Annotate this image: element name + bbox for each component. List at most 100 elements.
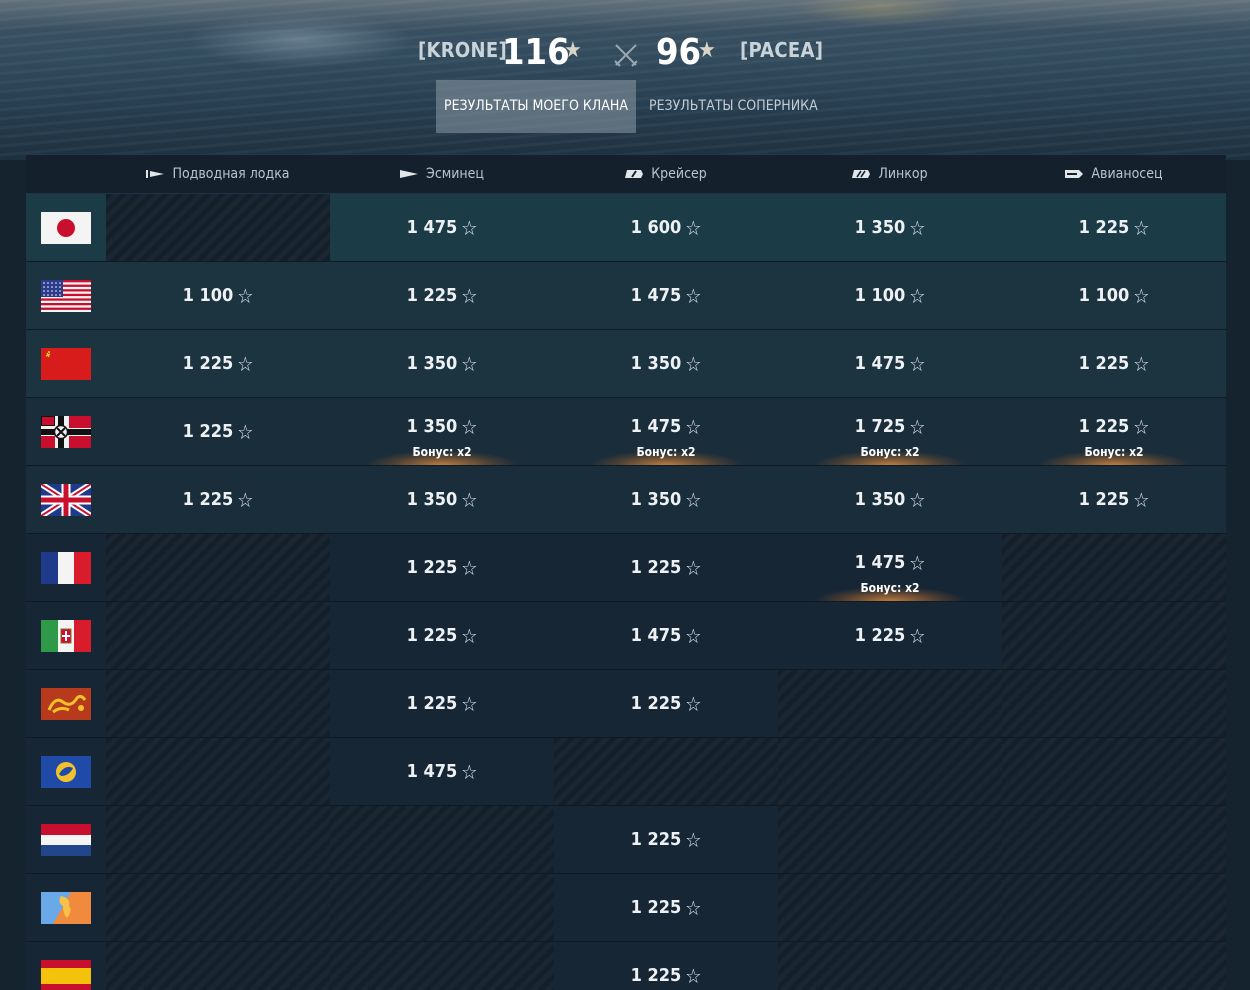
tab-opponent-results[interactable]: РЕЗУЛЬТАТЫ СОПЕРНИКА bbox=[641, 80, 826, 133]
points-value: 1 225 ☆ bbox=[631, 828, 702, 852]
points-value: 1 725 ☆ bbox=[855, 415, 926, 439]
points-value: 1 475 ☆ bbox=[631, 284, 702, 308]
star-icon: ☆ bbox=[461, 351, 478, 376]
star-icon: ☆ bbox=[909, 550, 926, 575]
cell-battleship: 1 100 ☆ bbox=[778, 262, 1002, 329]
score-line: [KRONE] 116 ★ 96 ★ [PACEA] bbox=[0, 30, 1250, 78]
points-value: 1 100 ☆ bbox=[1079, 284, 1150, 308]
cell-destroyer: 1 475 ☆ bbox=[330, 194, 554, 261]
submarine-icon bbox=[146, 170, 165, 178]
star-icon: ☆ bbox=[1133, 487, 1150, 512]
points-number: 1 475 bbox=[406, 761, 458, 782]
points-value: 1 100 ☆ bbox=[855, 284, 926, 308]
points-value: 1 475 ☆ bbox=[407, 216, 478, 240]
star-icon: ☆ bbox=[685, 283, 702, 308]
cell-battleship bbox=[778, 806, 1002, 873]
usa-flag-icon bbox=[41, 279, 91, 312]
cell-submarine bbox=[106, 806, 330, 873]
tab-my-clan-results[interactable]: РЕЗУЛЬТАТЫ МОЕГО КЛАНА bbox=[436, 80, 636, 133]
points-value: 1 350 ☆ bbox=[855, 216, 926, 240]
points-value: 1 350 ☆ bbox=[855, 488, 926, 512]
cell-destroyer bbox=[330, 806, 554, 873]
points-value: 1 225 ☆ bbox=[631, 964, 702, 988]
star-icon: ☆ bbox=[909, 414, 926, 439]
nation-cell bbox=[26, 330, 106, 397]
points-value: 1 350 ☆ bbox=[631, 352, 702, 376]
cell-submarine bbox=[106, 670, 330, 737]
points-number: 1 225 bbox=[1078, 217, 1130, 238]
table-row: 1 225 ☆ 1 225 ☆ 1 475 ☆ Бонус: x2 bbox=[26, 534, 1226, 602]
points-number: 1 600 bbox=[630, 217, 682, 238]
column-label: Крейсер bbox=[651, 166, 707, 182]
points-value: 1 225 ☆ bbox=[407, 692, 478, 716]
crossed-swords-icon bbox=[614, 44, 638, 67]
bonus-label: Бонус: x2 bbox=[1084, 445, 1144, 459]
points-number: 1 350 bbox=[406, 353, 458, 374]
cell-battleship bbox=[778, 874, 1002, 941]
star-icon: ☆ bbox=[237, 351, 254, 376]
star-icon: ☆ bbox=[909, 283, 926, 308]
points-number: 1 475 bbox=[854, 353, 906, 374]
star-icon: ☆ bbox=[685, 895, 702, 920]
star-icon: ☆ bbox=[461, 623, 478, 648]
table-row: 1 225 ☆ bbox=[26, 942, 1226, 990]
table-body: 1 475 ☆ 1 600 ☆ 1 350 ☆ 1 225 ☆ 1 100 ☆ 1 225 ☆ 1 47… bbox=[26, 194, 1226, 990]
star-icon: ☆ bbox=[685, 487, 702, 512]
cell-battleship: 1 225 ☆ bbox=[778, 602, 1002, 669]
points-number: 1 225 bbox=[1078, 416, 1130, 437]
cell-submarine bbox=[106, 602, 330, 669]
pan-asia-flag-icon bbox=[41, 687, 91, 720]
points-value: 1 475 ☆ bbox=[855, 551, 926, 575]
cell-battleship bbox=[778, 942, 1002, 990]
results-tabs: РЕЗУЛЬТАТЫ МОЕГО КЛАНА РЕЗУЛЬТАТЫ СОПЕРН… bbox=[436, 80, 826, 133]
column-label: Линкор bbox=[878, 166, 928, 182]
points-value: 1 600 ☆ bbox=[631, 216, 702, 240]
star-icon: ☆ bbox=[909, 487, 926, 512]
cell-cruiser: 1 225 ☆ bbox=[554, 806, 778, 873]
netherlands-flag-icon bbox=[41, 823, 91, 856]
cell-battleship bbox=[778, 738, 1002, 805]
points-value: 1 225 ☆ bbox=[1079, 216, 1150, 240]
cell-submarine bbox=[106, 874, 330, 941]
cell-cruiser: 1 600 ☆ bbox=[554, 194, 778, 261]
bonus-label: Бонус: x2 bbox=[860, 445, 920, 459]
enemy-clan-score: 96 bbox=[656, 32, 702, 73]
japan-flag-icon bbox=[41, 211, 91, 244]
points-value: 1 225 ☆ bbox=[407, 284, 478, 308]
ussr-flag-icon bbox=[41, 347, 91, 380]
points-number: 1 100 bbox=[182, 285, 234, 306]
star-icon: ☆ bbox=[685, 691, 702, 716]
star-icon: ☆ bbox=[685, 623, 702, 648]
points-number: 1 225 bbox=[182, 489, 234, 510]
points-value: 1 350 ☆ bbox=[407, 488, 478, 512]
column-destroyer: Эсминец bbox=[330, 155, 554, 193]
table-row: 1 225 ☆ 1 350 ☆ Бонус: x2 1 475 ☆ Бонус: x2 1 72… bbox=[26, 398, 1226, 466]
cell-cruiser: 1 225 ☆ bbox=[554, 670, 778, 737]
cell-destroyer: 1 350 ☆ bbox=[330, 466, 554, 533]
cell-destroyer: 1 350 ☆ Бонус: x2 bbox=[330, 398, 554, 465]
cell-cruiser: 1 475 ☆ bbox=[554, 262, 778, 329]
points-value: 1 350 ☆ bbox=[631, 488, 702, 512]
points-number: 1 475 bbox=[630, 416, 682, 437]
nation-column-header bbox=[26, 155, 106, 193]
column-cruiser: Крейсер bbox=[554, 155, 778, 193]
star-icon: ☆ bbox=[461, 215, 478, 240]
battleship-icon bbox=[852, 170, 871, 178]
cell-cruiser: 1 350 ☆ bbox=[554, 330, 778, 397]
points-value: 1 225 ☆ bbox=[407, 556, 478, 580]
table-row: 1 225 ☆ bbox=[26, 806, 1226, 874]
points-number: 1 350 bbox=[406, 416, 458, 437]
star-icon: ★ bbox=[564, 38, 582, 63]
cell-aircraft-carrier bbox=[1002, 670, 1226, 737]
points-number: 1 225 bbox=[630, 897, 682, 918]
own-clan-score: 116 bbox=[502, 32, 570, 73]
points-number: 1 225 bbox=[630, 829, 682, 850]
points-number: 1 225 bbox=[1078, 489, 1130, 510]
cell-cruiser: 1 475 ☆ bbox=[554, 602, 778, 669]
cell-battleship bbox=[778, 670, 1002, 737]
cell-destroyer: 1 225 ☆ bbox=[330, 534, 554, 601]
bonus-label: Бонус: x2 bbox=[636, 445, 696, 459]
table-row: 1 225 ☆ 1 475 ☆ 1 225 ☆ bbox=[26, 602, 1226, 670]
star-icon: ☆ bbox=[461, 691, 478, 716]
points-number: 1 225 bbox=[182, 421, 234, 442]
